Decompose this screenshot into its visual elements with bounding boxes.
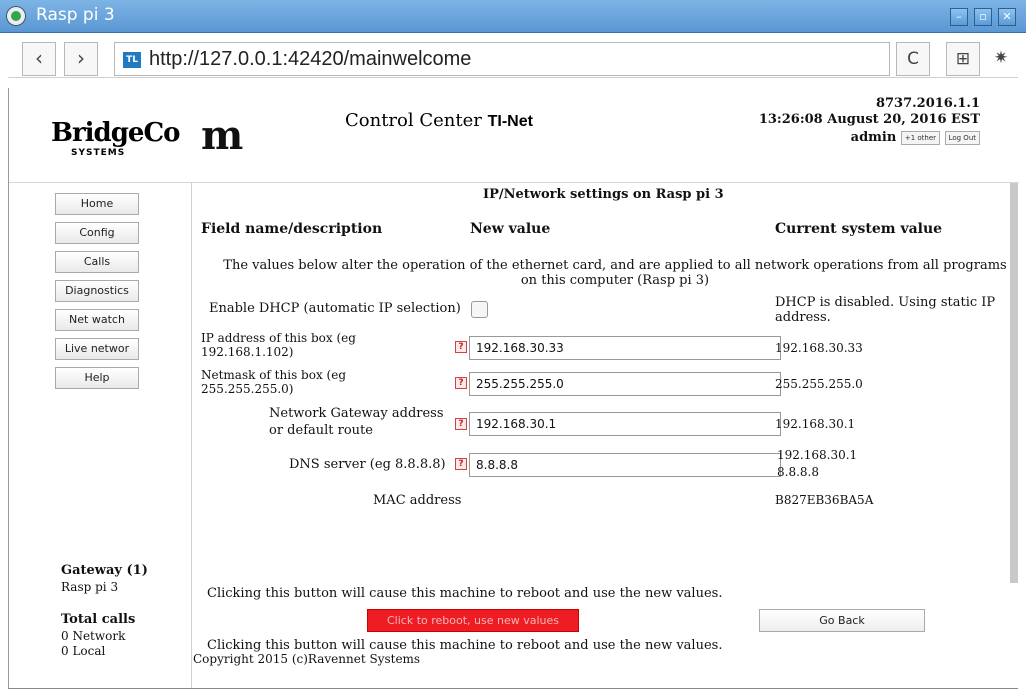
go-back-button[interactable]: Go Back (759, 609, 925, 632)
reboot-note-2: Clicking this button will cause this mac… (207, 638, 723, 653)
dns-field[interactable]: 8.8.8.8 (469, 453, 781, 477)
sidebar-item-help[interactable]: Help (55, 367, 139, 389)
page-title-main: Control Center (345, 110, 482, 131)
copyright: Copyright 2015 (c)Ravennet Systems (193, 652, 421, 666)
sidebar-item-home[interactable]: Home (55, 193, 139, 215)
address-bar[interactable]: TL http://127.0.0.1:42420/mainwelcome (114, 42, 890, 76)
logo-subtext: SYSTEMS (71, 148, 126, 158)
sidebar-item-calls[interactable]: Calls (55, 251, 139, 273)
gateway-label-line2: or default route (269, 423, 373, 438)
netmask-label-line1: Netmask of this box (eg (201, 368, 346, 382)
gateway-label-line1: Network Gateway address (269, 406, 444, 421)
datetime: 13:26:08 August 20, 2016 EST (758, 112, 980, 127)
username: admin (850, 130, 897, 145)
column-header-field: Field name/description (201, 221, 383, 237)
dns-help-icon[interactable]: ? (455, 458, 467, 470)
minimize-button[interactable]: – (950, 8, 968, 26)
app-icon (6, 6, 26, 26)
page-title: Control Center TI-Net (345, 110, 533, 131)
reboot-note: Clicking this button will cause this mac… (207, 586, 723, 601)
gateway-field[interactable]: 192.168.30.1 (469, 412, 781, 436)
ip-label-line2: 192.168.1.102) (201, 345, 294, 359)
dhcp-current-line2: address. (775, 310, 831, 325)
dns-current-line1: 192.168.30.1 (777, 448, 858, 462)
back-button[interactable]: ‹ (22, 42, 56, 76)
close-button[interactable]: ✕ (998, 8, 1016, 26)
dhcp-current: DHCP is disabled. Using static IP addres… (775, 295, 995, 325)
sidebar-item-config[interactable]: Config (55, 222, 139, 244)
mac-current: B827EB36BA5A (775, 493, 874, 507)
version-block: 8737.2016.1.1 13:26:08 August 20, 2016 E… (759, 96, 980, 128)
gateway-help-icon[interactable]: ? (455, 418, 467, 430)
sidebar-item-diagnostics[interactable]: Diagnostics (55, 280, 139, 302)
window-titlebar: Rasp pi 3 – ▫ ✕ (0, 0, 1026, 33)
gateway-name: Rasp pi 3 (61, 580, 119, 594)
netmask-label: Netmask of this box (eg 255.255.255.0) (201, 368, 346, 396)
logo-m: m (201, 112, 244, 159)
netmask-help-icon[interactable]: ? (455, 377, 467, 389)
calls-local: 0 Local (61, 644, 106, 658)
url-text[interactable]: http://127.0.0.1:42420/mainwelcome (149, 48, 471, 71)
page-scrollbar[interactable] (1010, 183, 1018, 583)
netmask-current: 255.255.255.0 (775, 377, 863, 391)
intro-line-1: The values below alter the operation of … (223, 258, 1007, 273)
netmask-label-line2: 255.255.255.0) (201, 382, 294, 396)
bridgecom-logo: BridgeCo m SYSTEMS (51, 112, 243, 159)
calls-network: 0 Network (61, 629, 126, 643)
column-header-current: Current system value (775, 221, 943, 237)
user-line: admin +1 other Log Out (851, 130, 980, 145)
bookmark-button[interactable]: ⊞ (946, 42, 980, 76)
dhcp-label: Enable DHCP (automatic IP selection) (209, 301, 461, 316)
network-settings-panel: IP/Network settings on Rasp pi 3 Field n… (193, 183, 1019, 688)
reboot-button[interactable]: Click to reboot, use new values (367, 609, 579, 632)
logo-text: BridgeCo (51, 118, 180, 148)
sidebar-item-live-network[interactable]: Live networ (55, 338, 139, 360)
total-calls-title: Total calls (61, 612, 136, 627)
column-header-new: New value (470, 221, 551, 237)
dns-current-line2: 8.8.8.8 (777, 465, 819, 479)
window-title: Rasp pi 3 (36, 5, 115, 25)
ip-address-field[interactable]: 192.168.30.33 (469, 336, 781, 360)
browser-toolbar: ‹ › TL http://127.0.0.1:42420/mainwelcom… (8, 42, 1018, 78)
page-title-sub: TI-Net (487, 113, 533, 130)
version-number: 8737.2016.1.1 (875, 96, 980, 111)
section-heading: IP/Network settings on Rasp pi 3 (483, 187, 724, 202)
maximize-button[interactable]: ▫ (974, 8, 992, 26)
dhcp-current-line1: DHCP is disabled. Using static IP (775, 295, 996, 310)
forward-button[interactable]: › (64, 42, 98, 76)
intro-line-2: on this computer (Rasp pi 3) (520, 273, 710, 288)
window-bottom-border (8, 688, 1018, 689)
page-content: BridgeCo m SYSTEMS Control Center TI-Net… (8, 88, 1019, 688)
site-favicon-icon: TL (123, 52, 141, 68)
gateway-label: Network Gateway address or default route (269, 405, 444, 439)
dns-current: 192.168.30.1 8.8.8.8 (777, 447, 857, 481)
dns-label: DNS server (eg 8.8.8.8) (289, 457, 446, 472)
ip-label: IP address of this box (eg 192.168.1.102… (201, 331, 356, 359)
logout-button[interactable]: Log Out (944, 130, 980, 145)
gateway-current: 192.168.30.1 (775, 417, 856, 431)
reload-button[interactable]: C (896, 42, 930, 76)
sidebar-item-net-watch[interactable]: Net watch (55, 309, 139, 331)
other-users-button[interactable]: +1 other (900, 130, 941, 145)
ip-label-line1: IP address of this box (eg (201, 331, 356, 345)
mac-label: MAC address (373, 493, 462, 508)
gateway-title: Gateway (1) (61, 563, 148, 578)
netmask-field[interactable]: 255.255.255.0 (469, 372, 781, 396)
ip-current: 192.168.30.33 (775, 341, 863, 355)
intro-text: The values below alter the operation of … (205, 258, 1025, 288)
dhcp-checkbox[interactable] (471, 301, 488, 318)
sidebar: Home Config Calls Diagnostics Net watch … (9, 183, 192, 688)
ip-help-icon[interactable]: ? (455, 341, 467, 353)
settings-gear-icon[interactable]: ✷ (984, 42, 1018, 76)
